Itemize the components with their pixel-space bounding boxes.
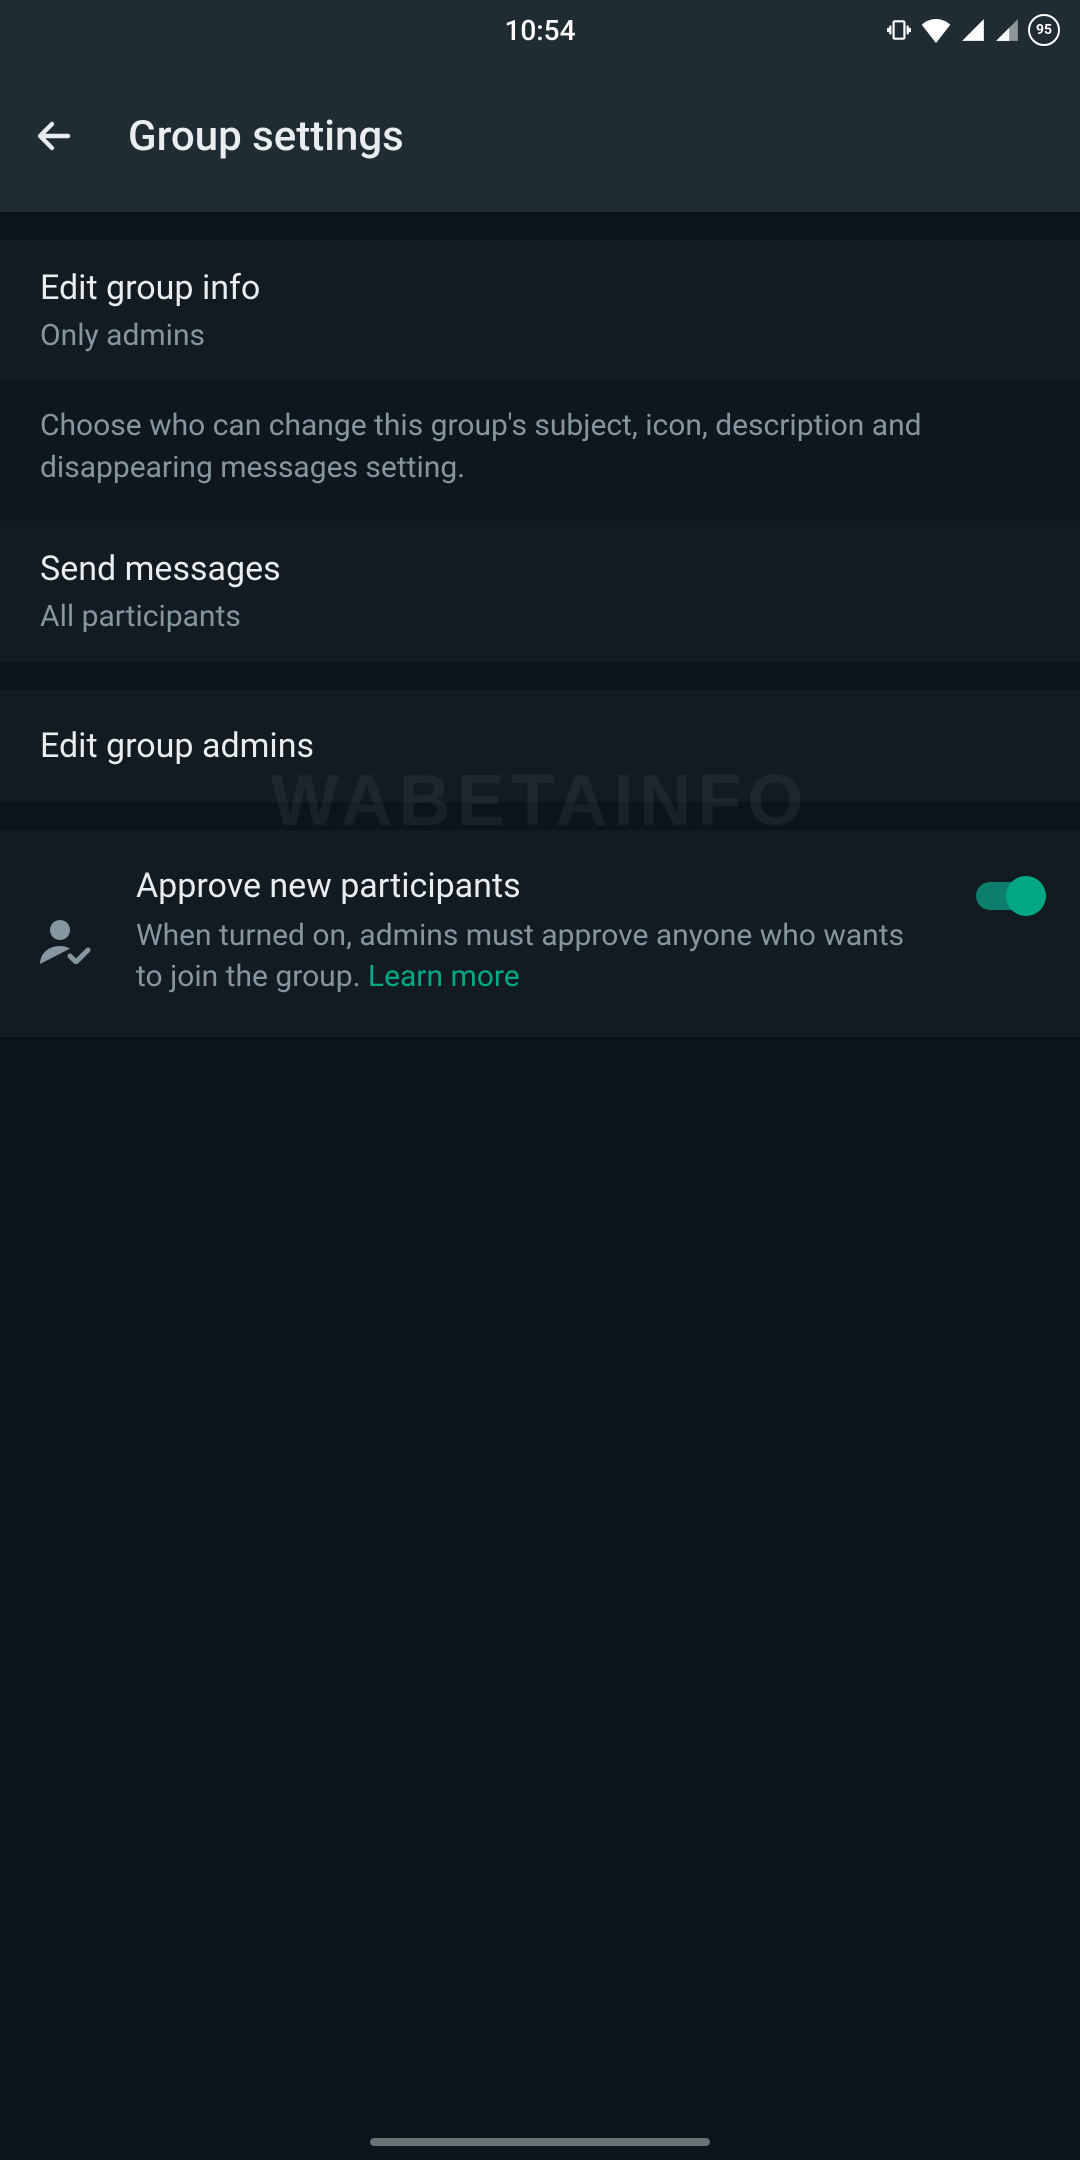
app-bar: Group settings	[0, 60, 1080, 212]
send-messages-value: All participants	[40, 599, 1040, 634]
back-arrow-icon[interactable]	[30, 112, 78, 160]
signal-icon-2	[994, 17, 1020, 43]
home-indicator[interactable]	[370, 2138, 710, 2146]
edit-group-info-description: Choose who can change this group's subje…	[0, 381, 1080, 521]
edit-group-info-section: Edit group info Only admins Choose who c…	[0, 240, 1080, 662]
settings-content: Edit group info Only admins Choose who c…	[0, 240, 1080, 1037]
status-bar: 10:54 95	[0, 0, 1080, 60]
approve-description: When turned on, admins must approve anyo…	[136, 916, 928, 997]
battery-icon: 95	[1028, 14, 1060, 46]
vibrate-icon	[886, 17, 912, 43]
approve-toggle[interactable]	[968, 882, 1048, 910]
edit-group-admins-title: Edit group admins	[40, 726, 1040, 766]
person-check-icon	[32, 916, 96, 964]
edit-group-info-item[interactable]: Edit group info Only admins	[0, 240, 1080, 381]
edit-group-admins-item[interactable]: Edit group admins	[0, 690, 1080, 802]
status-icons: 95	[886, 14, 1060, 46]
edit-group-info-value: Only admins	[40, 318, 1040, 353]
approve-text-block: Approve new participants When turned on,…	[136, 866, 928, 997]
approve-new-participants-item[interactable]: Approve new participants When turned on,…	[0, 830, 1080, 1037]
wifi-icon	[920, 17, 952, 43]
approve-title: Approve new participants	[136, 866, 928, 906]
send-messages-title: Send messages	[40, 549, 1040, 589]
learn-more-link[interactable]: Learn more	[368, 959, 520, 994]
edit-group-info-title: Edit group info	[40, 268, 1040, 308]
status-time: 10:54	[504, 14, 575, 47]
approve-desc-text: When turned on, admins must approve anyo…	[136, 918, 904, 994]
edit-admins-section: Edit group admins	[0, 690, 1080, 802]
approve-section: Approve new participants When turned on,…	[0, 830, 1080, 1037]
page-title: Group settings	[128, 112, 404, 161]
send-messages-item[interactable]: Send messages All participants	[0, 521, 1080, 662]
signal-icon-1	[960, 17, 986, 43]
